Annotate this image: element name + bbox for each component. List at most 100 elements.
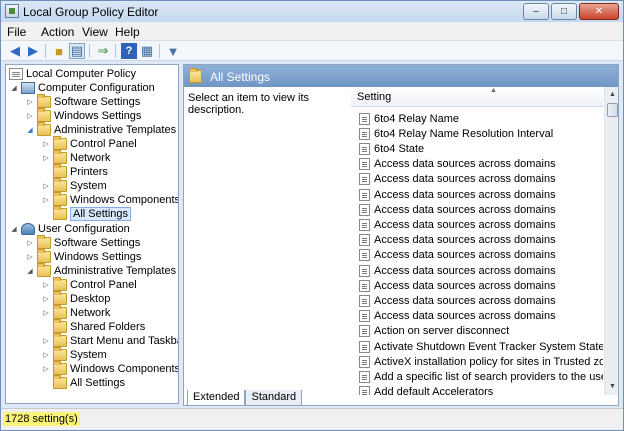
expand-arrow-icon[interactable]: ▷ [42, 281, 50, 289]
maximize-button[interactable]: □ [551, 3, 577, 20]
tree-item-uc-control-panel[interactable]: ▷ Control Panel [42, 277, 137, 292]
setting-row[interactable]: Access data sources across domains [359, 172, 603, 187]
forward-arrow-icon[interactable]: ▶ [25, 43, 41, 59]
setting-row[interactable]: 6to4 State [359, 141, 603, 156]
setting-name: Access data sources across domains [374, 294, 556, 307]
tab-extended[interactable]: Extended [187, 390, 246, 406]
menu-help[interactable]: Help [115, 25, 140, 39]
tree-item-uc-start-menu[interactable]: ▷ Start Menu and Taskbar [42, 333, 178, 348]
tree-item-uc-software-settings[interactable]: ▷ Software Settings [26, 235, 140, 250]
folder-icon [53, 361, 67, 375]
vertical-scrollbar[interactable]: ▲ ▼ [604, 87, 618, 395]
setting-row[interactable]: Access data sources across domains [359, 293, 603, 308]
setting-row[interactable]: Add default Accelerators [359, 385, 603, 395]
close-icon: ✕ [594, 6, 604, 17]
tree-item-uc-network[interactable]: ▷ Network [42, 305, 110, 320]
minimize-icon: – [533, 6, 539, 17]
tree-item-cc-system[interactable]: ▷ System [42, 178, 107, 193]
setting-row[interactable]: Access data sources across domains [359, 217, 603, 232]
tree-item-cc-all-settings[interactable]: All Settings [53, 206, 132, 221]
policy-setting-icon [359, 249, 370, 262]
filter-icon[interactable]: ▼ [165, 43, 181, 59]
tab-standard[interactable]: Standard [245, 390, 303, 406]
scroll-up-icon[interactable]: ▲ [605, 87, 618, 102]
collapse-arrow-icon[interactable]: ◢ [26, 126, 34, 134]
folder-icon [37, 94, 51, 108]
folder-icon [53, 150, 67, 164]
setting-name: Add a specific list of search providers … [374, 370, 603, 383]
export-list-icon[interactable]: ⇒ [95, 43, 111, 59]
tree-item-uc-shared-folders[interactable]: Shared Folders [53, 319, 145, 334]
setting-row[interactable]: Access data sources across domains [359, 202, 603, 217]
tree-item-cc-windows-components[interactable]: ▷ Windows Components [42, 192, 178, 207]
policy-setting-icon [359, 310, 370, 323]
tree-item-cc-network[interactable]: ▷ Network [42, 150, 110, 165]
tree-item-cc-software-settings[interactable]: ▷ Software Settings [26, 94, 140, 109]
tree-item-uc-windows-components[interactable]: ▷ Windows Components [42, 361, 178, 376]
computer-icon [21, 82, 35, 94]
expand-arrow-icon[interactable]: ▷ [42, 309, 50, 317]
setting-row[interactable]: Access data sources across domains [359, 263, 603, 278]
tree-item-uc-system[interactable]: ▷ System [42, 347, 107, 362]
expand-arrow-icon[interactable]: ▷ [42, 351, 50, 359]
folder-icon [53, 305, 67, 319]
tree-item-user-configuration[interactable]: ◢ User Configuration [10, 222, 130, 236]
close-button[interactable]: ✕ [579, 3, 619, 20]
folder-icon [37, 235, 51, 249]
tree-item-cc-control-panel[interactable]: ▷ Control Panel [42, 136, 137, 151]
scroll-thumb[interactable] [607, 103, 618, 117]
tree-item-computer-configuration[interactable]: ◢ Computer Configuration [10, 81, 155, 95]
menu-file[interactable]: File [7, 25, 26, 39]
setting-row[interactable]: 6to4 Relay Name [359, 111, 603, 126]
column-header-setting[interactable]: ▲ Setting [351, 87, 603, 107]
setting-row[interactable]: ActiveX installation policy for sites in… [359, 354, 603, 369]
collapse-arrow-icon[interactable]: ◢ [10, 225, 18, 233]
menu-view[interactable]: View [82, 25, 108, 39]
expand-arrow-icon[interactable]: ▷ [26, 98, 34, 106]
back-arrow-icon[interactable]: ◀ [7, 43, 23, 59]
expand-arrow-icon[interactable]: ▷ [26, 239, 34, 247]
show-hide-tree-icon[interactable]: ▤ [69, 43, 85, 59]
tree-item-cc-windows-settings[interactable]: ▷ Windows Settings [26, 108, 141, 123]
title-bar[interactable]: Local Group Policy Editor – □ ✕ [1, 1, 623, 22]
expand-arrow-icon[interactable]: ▷ [42, 154, 50, 162]
expand-arrow-icon[interactable]: ▷ [42, 295, 50, 303]
policy-setting-icon [359, 188, 370, 201]
expand-arrow-icon[interactable]: ▷ [42, 196, 50, 204]
setting-row[interactable]: Action on server disconnect [359, 324, 603, 339]
collapse-arrow-icon[interactable]: ◢ [10, 84, 18, 92]
properties-icon[interactable]: ▦ [139, 43, 155, 59]
collapse-arrow-icon[interactable]: ◢ [26, 267, 34, 275]
tree-item-uc-desktop[interactable]: ▷ Desktop [42, 291, 110, 306]
scroll-down-icon[interactable]: ▼ [605, 379, 618, 394]
expand-arrow-icon[interactable]: ▷ [42, 182, 50, 190]
setting-row[interactable]: Access data sources across domains [359, 278, 603, 293]
tree-item-uc-all-settings[interactable]: All Settings [53, 375, 125, 390]
tree-item-cc-administrative-templates[interactable]: ◢ Administrative Templates [26, 122, 176, 137]
all-settings-icon [189, 68, 202, 83]
setting-row[interactable]: 6to4 Relay Name Resolution Interval [359, 126, 603, 141]
tree-item-cc-printers[interactable]: Printers [53, 164, 108, 179]
menu-action[interactable]: Action [41, 25, 74, 39]
setting-row[interactable]: Access data sources across domains [359, 309, 603, 324]
expand-arrow-icon[interactable]: ▷ [42, 365, 50, 373]
setting-row[interactable]: Activate Shutdown Event Tracker System S… [359, 339, 603, 354]
tree-item-uc-windows-settings[interactable]: ▷ Windows Settings [26, 249, 141, 264]
policy-setting-icon [359, 234, 370, 247]
expand-arrow-icon[interactable]: ▷ [42, 337, 50, 345]
setting-row[interactable]: Access data sources across domains [359, 187, 603, 202]
expand-arrow-icon[interactable]: ▷ [26, 112, 34, 120]
up-folder-icon[interactable]: ■ [51, 43, 67, 59]
tree-item-local-computer-policy[interactable]: Local Computer Policy [9, 67, 136, 81]
tree-item-uc-administrative-templates[interactable]: ◢ Administrative Templates [26, 263, 176, 278]
help-icon[interactable]: ? [121, 43, 137, 59]
setting-row[interactable]: Access data sources across domains [359, 248, 603, 263]
setting-row[interactable]: Add a specific list of search providers … [359, 369, 603, 384]
setting-row[interactable]: Access data sources across domains [359, 157, 603, 172]
policy-setting-icon [359, 142, 370, 155]
setting-name: Access data sources across domains [374, 279, 556, 292]
setting-row[interactable]: Access data sources across domains [359, 233, 603, 248]
expand-arrow-icon[interactable]: ▷ [26, 253, 34, 261]
minimize-button[interactable]: – [523, 3, 549, 20]
expand-arrow-icon[interactable]: ▷ [42, 140, 50, 148]
